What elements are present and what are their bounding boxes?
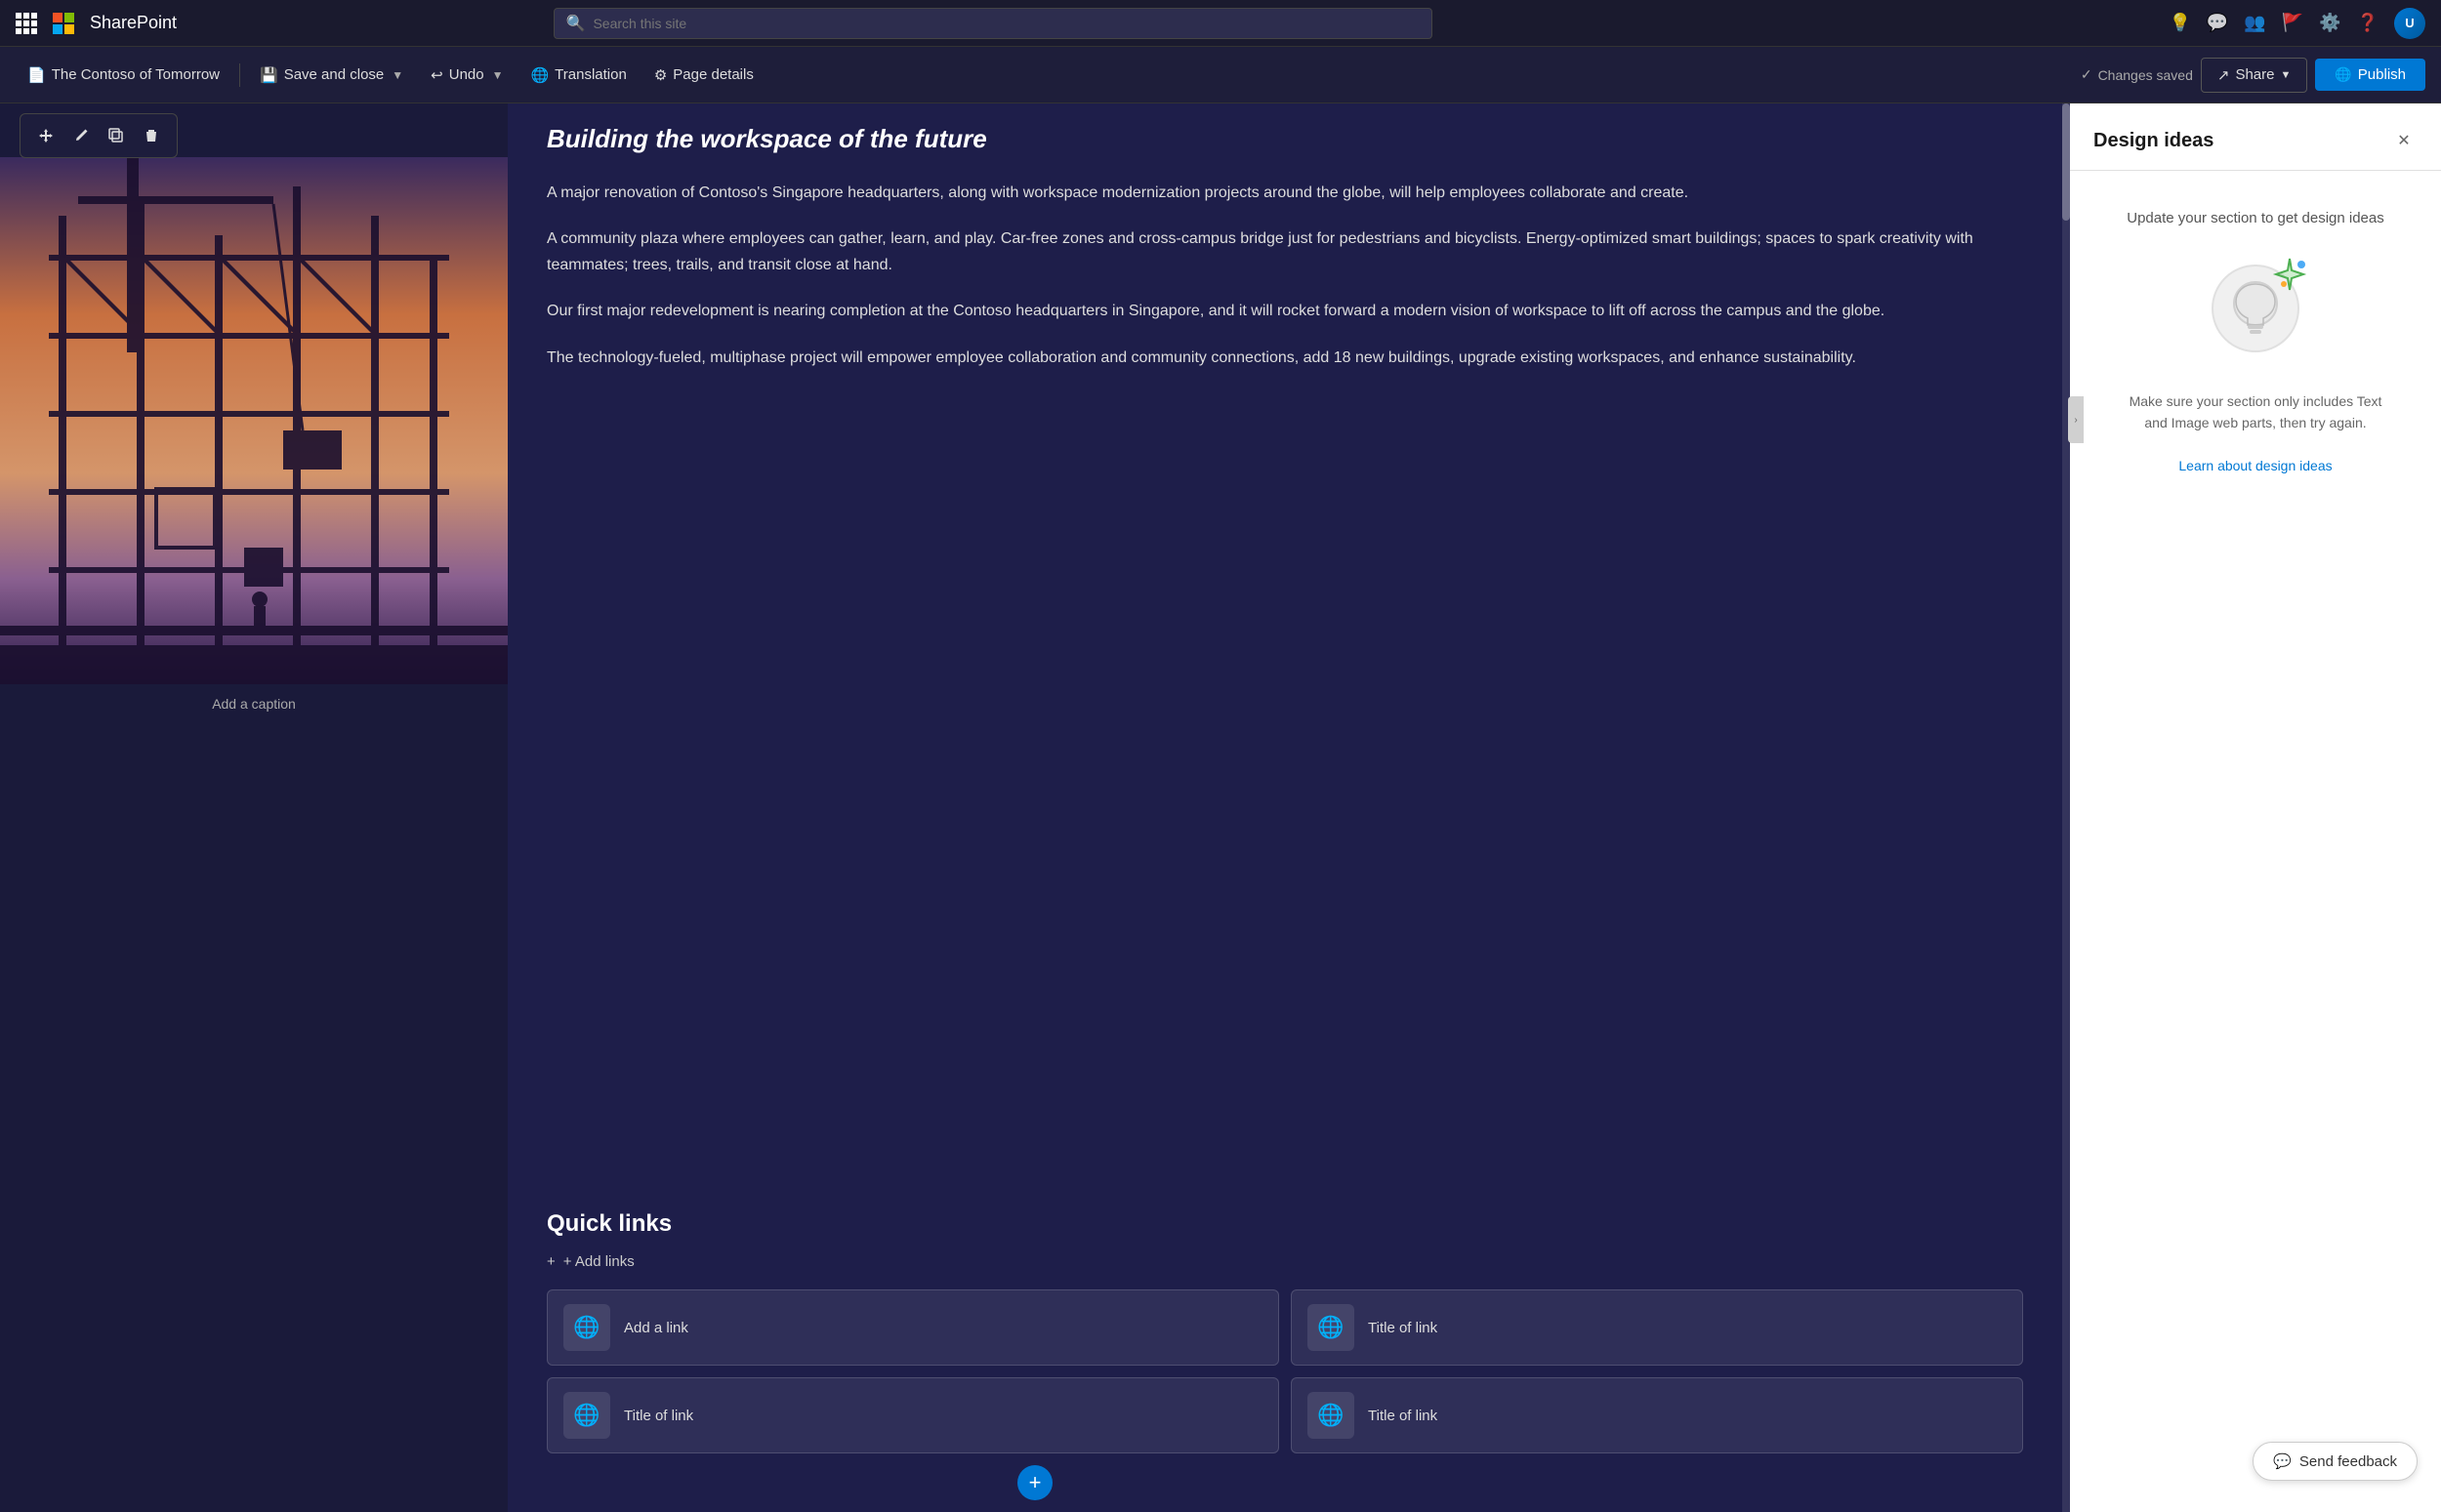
article-body: A major renovation of Contoso's Singapor… [547, 180, 2031, 371]
settings-icon[interactable]: ⚙️ [2319, 13, 2340, 33]
undo-icon: ↩ [431, 66, 443, 84]
quick-links-title: Quick links [547, 1210, 2023, 1238]
scroll-thumb[interactable] [2062, 103, 2070, 221]
image-panel: Add a caption [0, 103, 508, 1512]
panel-collapse-tab[interactable]: › [2068, 396, 2084, 443]
page-icon: 📄 [27, 66, 46, 84]
move-button[interactable] [30, 120, 62, 151]
list-item[interactable]: 🌐 Add a link [547, 1289, 1279, 1366]
link-globe-icon: 🌐 [563, 1304, 610, 1351]
translate-icon: 🌐 [530, 66, 549, 84]
article-para-2[interactable]: A community plaza where employees can ga… [547, 225, 2031, 278]
link-label-2: Title of link [624, 1408, 693, 1424]
cmd-right-actions: ✓ Changes saved ↗ Share ▼ 🌐 Publish [2081, 58, 2425, 93]
design-icon-area [2197, 250, 2314, 367]
feedback-icon: 💬 [2273, 1452, 2292, 1470]
list-item[interactable]: 🌐 Title of link [1291, 1377, 2023, 1453]
plus-icon: + [547, 1253, 556, 1270]
design-description: Make sure your section only includes Tex… [2119, 390, 2392, 434]
separator-1 [239, 63, 240, 87]
article-para-4[interactable]: The technology-fueled, multiphase projec… [547, 345, 2031, 371]
add-section-button[interactable]: + [1017, 1465, 1053, 1500]
publish-icon: 🌐 [2335, 66, 2351, 83]
save-icon: 💾 [260, 66, 278, 84]
undo-dropdown-icon[interactable]: ▼ [492, 68, 504, 82]
chevron-right-icon: › [2074, 415, 2077, 426]
design-panel-header: Design ideas ✕ [2070, 103, 2441, 171]
top-icons: 💡 💬 👥 🚩 ⚙️ ❓ U [2169, 8, 2425, 39]
scroll-track[interactable] [2062, 103, 2070, 1512]
section-toolbar [20, 113, 178, 158]
undo-button[interactable]: ↩ Undo ▼ [419, 61, 515, 90]
editor-area: Add a caption Building the workspace of … [0, 103, 2070, 1512]
help-icon[interactable]: 💡 [2169, 13, 2190, 33]
send-feedback-button[interactable]: 💬 Send feedback [2253, 1442, 2418, 1481]
design-panel-body: Update your section to get design ideas [2070, 171, 2441, 1512]
site-name-label: The Contoso of Tomorrow [52, 66, 220, 83]
search-bar[interactable]: 🔍 [554, 8, 1432, 39]
sharepoint-label: SharePoint [90, 13, 177, 33]
links-grid: 🌐 Add a link 🌐 Title of link 🌐 Title of … [547, 1289, 2023, 1453]
design-update-message: Update your section to get design ideas [2127, 210, 2384, 226]
user-avatar[interactable]: U [2394, 8, 2425, 39]
construction-image[interactable] [0, 157, 508, 684]
question-icon[interactable]: ❓ [2357, 13, 2379, 33]
duplicate-button[interactable] [101, 120, 132, 151]
quick-links-section: Quick links + + Add links 🌐 Add a link 🌐… [508, 1210, 2062, 1453]
link-globe-icon: 🌐 [1307, 1392, 1354, 1439]
microsoft-logo [53, 13, 74, 34]
learn-design-ideas-link[interactable]: Learn about design ideas [2178, 458, 2332, 473]
people-icon[interactable]: 👥 [2244, 13, 2265, 33]
page-details-button[interactable]: ⚙ Page details [642, 61, 765, 90]
chat-icon[interactable]: 💬 [2207, 13, 2228, 33]
close-icon: ✕ [2397, 131, 2410, 150]
link-label-1: Title of link [1368, 1320, 1437, 1336]
link-label-3: Title of link [1368, 1408, 1437, 1424]
design-spark-icon [2272, 257, 2307, 299]
link-label-0: Add a link [624, 1320, 688, 1336]
app-grid-button[interactable] [16, 13, 37, 34]
save-dropdown-icon[interactable]: ▼ [392, 68, 403, 82]
search-input[interactable] [593, 16, 1419, 31]
list-item[interactable]: 🌐 Title of link [1291, 1289, 2023, 1366]
flag-icon[interactable]: 🚩 [2282, 13, 2303, 33]
share-button[interactable]: ↗ Share ▼ [2201, 58, 2308, 93]
publish-button[interactable]: 🌐 Publish [2315, 59, 2425, 91]
image-caption[interactable]: Add a caption [0, 684, 508, 723]
save-close-button[interactable]: 💾 Save and close ▼ [248, 61, 415, 90]
link-globe-icon: 🌐 [563, 1392, 610, 1439]
article-para-3[interactable]: Our first major redevelopment is nearing… [547, 298, 2031, 324]
details-icon: ⚙ [654, 66, 667, 84]
edit-button[interactable] [65, 120, 97, 151]
site-name-button[interactable]: 📄 The Contoso of Tomorrow [16, 61, 231, 90]
share-icon: ↗ [2217, 66, 2230, 84]
link-globe-icon: 🌐 [1307, 1304, 1354, 1351]
list-item[interactable]: 🌐 Title of link [547, 1377, 1279, 1453]
top-bar: SharePoint 🔍 💡 💬 👥 🚩 ⚙️ ❓ U [0, 0, 2441, 47]
design-panel: Design ideas ✕ Update your section to ge… [2070, 103, 2441, 1512]
article-para-1[interactable]: A major renovation of Contoso's Singapor… [547, 180, 2031, 206]
add-links-button[interactable]: + + Add links [547, 1253, 2023, 1270]
design-panel-title: Design ideas [2093, 130, 2213, 152]
check-icon: ✓ [2081, 66, 2092, 83]
changes-saved-status: ✓ Changes saved [2081, 66, 2193, 83]
share-dropdown-icon[interactable]: ▼ [2280, 69, 2291, 81]
design-panel-close-button[interactable]: ✕ [2390, 127, 2418, 154]
translation-button[interactable]: 🌐 Translation [518, 61, 638, 90]
article-title[interactable]: Building the workspace of the future [547, 123, 2031, 156]
main-layout: Add a caption Building the workspace of … [0, 103, 2441, 1512]
search-icon: 🔍 [566, 14, 586, 33]
delete-button[interactable] [136, 120, 167, 151]
command-bar: 📄 The Contoso of Tomorrow 💾 Save and clo… [0, 47, 2441, 103]
design-bulb-icon [2212, 265, 2299, 352]
